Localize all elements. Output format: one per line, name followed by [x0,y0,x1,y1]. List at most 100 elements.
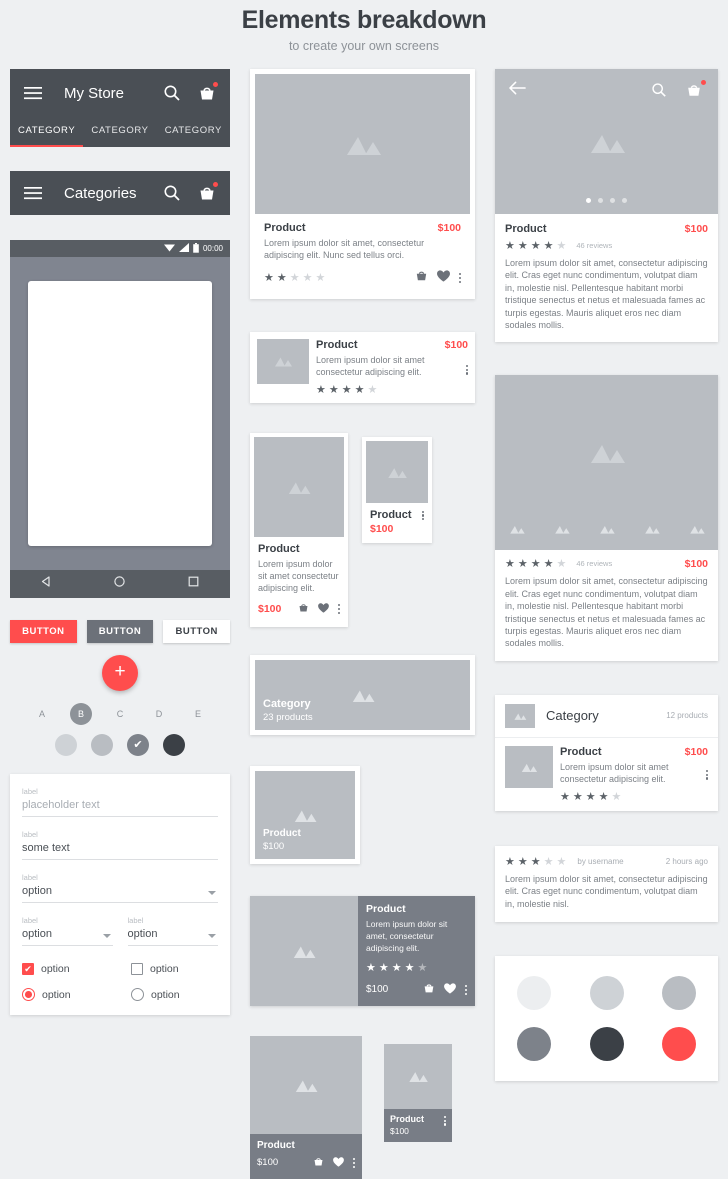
gallery-thumb[interactable] [585,508,628,551]
more-options-icon[interactable] [465,364,468,375]
select-input-left[interactable]: option [22,928,113,946]
hamburger-icon[interactable] [24,184,42,202]
more-options-icon[interactable] [421,510,424,521]
palette-swatch-5[interactable] [589,1026,624,1061]
phone-screen[interactable] [28,281,212,546]
search-icon[interactable] [651,82,669,100]
image-placeholder-icon [688,524,705,535]
product-price: $100 [684,223,708,235]
cart-icon[interactable] [686,79,706,100]
rating-stars[interactable]: ★ ★ ★ ★ ★ [505,855,567,868]
rating-stars[interactable]: ★ ★ ★ ★ ★ [560,790,678,803]
page-title: Elements breakdown [241,6,487,34]
rating-stars[interactable]: ★ ★ ★ ★ ★ [316,383,438,396]
heart-icon[interactable] [443,981,456,999]
rating-stars[interactable]: ★ ★ ★ ★ ★ [505,557,567,570]
tab-category-1[interactable]: CATEGORY [10,117,84,147]
palette-swatch-3[interactable] [662,975,696,1010]
swatch-light[interactable] [55,734,77,756]
cart-icon[interactable] [298,600,309,618]
reviews-count[interactable]: 46 reviews [576,241,612,250]
product-card-wide[interactable]: Product Lorem ipsum dolor sit amet, cons… [250,895,475,1006]
rating-stars[interactable]: ★ ★ ★ ★ ★ [264,271,326,284]
select-input-right[interactable]: option [127,928,218,946]
reviews-count[interactable]: 46 reviews [576,559,684,568]
swatch-dark[interactable] [163,734,185,756]
product-card-compact[interactable]: Product $100 [362,436,432,543]
carousel-dot[interactable] [610,198,615,203]
more-options-icon[interactable] [705,769,708,780]
product-list-item[interactable]: Product Lorem ipsum dolor sit amet conse… [495,738,718,811]
cart-badge [213,182,218,187]
product-tile-large[interactable]: Product $100 [250,1035,362,1179]
primary-button[interactable]: BUTTON [10,620,77,643]
chip-b[interactable]: B [70,703,92,725]
gallery-thumb[interactable] [675,508,718,551]
chip-a[interactable]: A [31,703,53,725]
text-input[interactable]: some text [22,842,218,860]
gallery-thumb[interactable] [630,508,673,551]
cart-icon[interactable] [198,82,218,102]
back-triangle-icon[interactable] [40,575,53,593]
chevron-down-icon [102,934,111,938]
product-list-item[interactable]: Product Lorem ipsum dolor sit amet conse… [250,331,475,403]
gallery-thumb[interactable] [495,508,538,551]
gallery-thumb[interactable] [540,508,583,551]
rating-stars[interactable]: ★ ★ ★ ★ ★ [366,961,467,974]
checkbox-unchecked[interactable]: option [131,963,218,975]
secondary-button[interactable]: BUTTON [86,620,154,643]
more-options-icon[interactable] [337,603,340,614]
category-thumbnail [505,703,535,728]
category-list-card: Category 12 products Product Lorem ipsum… [495,694,718,811]
image-placeholder-icon [273,356,293,367]
carousel-dot[interactable] [622,198,627,203]
more-options-icon[interactable] [352,1157,355,1168]
rating-stars[interactable]: ★ ★ ★ ★ ★ [505,239,567,252]
home-circle-icon[interactable] [113,575,126,593]
heart-icon[interactable] [317,600,329,618]
category-banner[interactable]: Category 23 products [250,654,475,735]
chip-d[interactable]: D [148,703,170,725]
more-options-icon[interactable] [458,272,461,283]
cart-icon[interactable] [198,182,218,202]
palette-swatch-4[interactable] [517,1026,551,1061]
palette-swatch-6[interactable] [662,1026,696,1061]
heart-icon[interactable] [436,269,450,287]
cart-icon[interactable] [423,981,435,999]
select-input[interactable]: option [22,885,218,903]
carousel-dot[interactable] [598,198,603,203]
search-icon[interactable] [163,184,181,202]
chip-e[interactable]: E [187,703,209,725]
product-description: Lorem ipsum dolor sit amet consectetur a… [316,354,425,378]
flat-button[interactable]: BUTTON [163,620,231,643]
recents-square-icon[interactable] [187,575,200,593]
palette-swatch-1[interactable] [517,975,551,1010]
product-card-grid[interactable]: Product Lorem ipsum dolor sit amet conse… [250,432,348,627]
radio-checked[interactable]: option [22,988,109,1001]
tab-category-3[interactable]: CATEGORY [157,117,230,147]
radio-unchecked[interactable]: option [131,988,218,1001]
product-tile-small[interactable]: Product $100 [384,1043,452,1142]
placeholder-input[interactable]: placeholder text [22,799,218,817]
tab-category-2[interactable]: CATEGORY [83,117,156,147]
floating-action-button[interactable]: + [102,655,138,691]
more-options-icon[interactable] [464,984,467,995]
category-list-header[interactable]: Category 12 products [495,695,718,738]
cart-icon[interactable] [313,1154,324,1172]
back-arrow-icon[interactable] [509,81,526,100]
card-actions [415,269,461,287]
carousel-dot-active[interactable] [586,198,591,203]
chip-c[interactable]: C [109,703,131,725]
hamburger-icon[interactable] [24,84,42,102]
swatch-selected[interactable]: ✔ [127,734,149,756]
heart-icon[interactable] [332,1154,344,1172]
swatch-mid[interactable] [91,734,113,756]
palette-swatch-2[interactable] [589,975,624,1010]
product-tile-overlay[interactable]: Product $100 [250,765,360,864]
image-placeholder-icon [292,808,318,822]
product-card-hero[interactable]: Product $100 Lorem ipsum dolor sit amet,… [250,69,475,299]
search-icon[interactable] [163,84,181,102]
more-options-icon[interactable] [443,1115,446,1126]
checkbox-checked[interactable]: ✔ option [22,963,109,975]
cart-icon[interactable] [415,269,428,287]
